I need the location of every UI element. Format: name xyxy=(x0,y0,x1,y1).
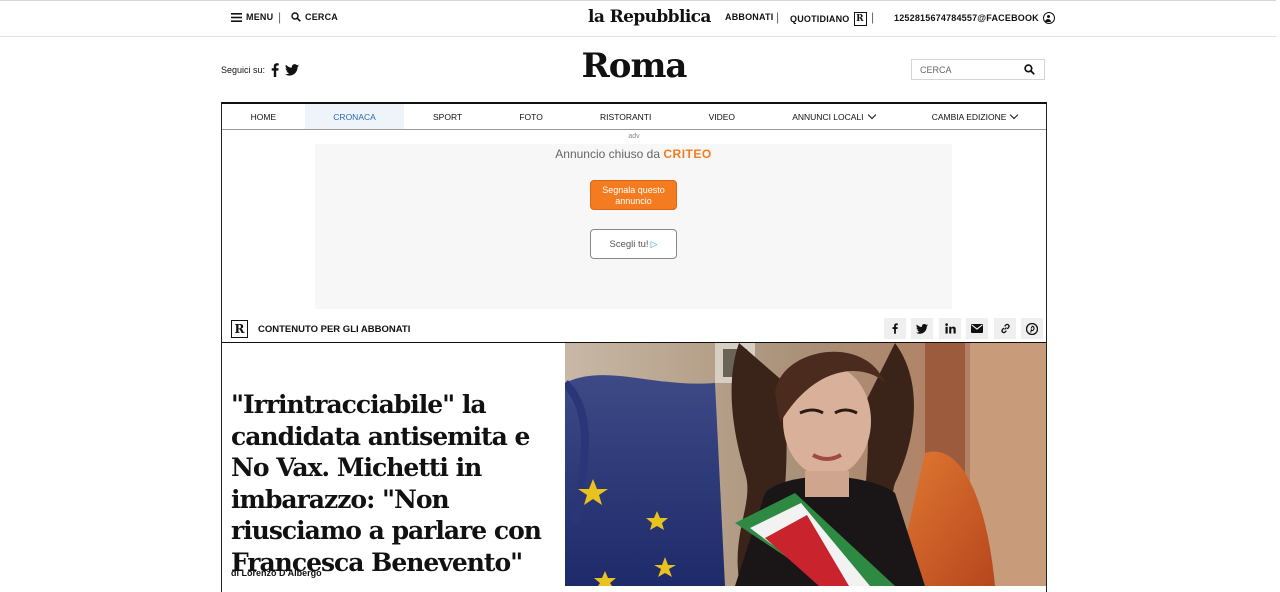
facebook-icon xyxy=(892,323,898,334)
share-pinterest-button[interactable] xyxy=(1021,318,1043,339)
article-headline[interactable]: "Irrintracciabile" la candidata antisemi… xyxy=(231,389,561,578)
nav-item-cambia-edizione[interactable]: CAMBIA EDIZIONE xyxy=(903,104,1046,129)
chevron-down-icon xyxy=(867,110,876,120)
share-email-button[interactable] xyxy=(966,318,988,339)
search-box xyxy=(911,59,1045,80)
nav-item-sport[interactable]: SPORT xyxy=(404,104,490,129)
nav-label: HOME xyxy=(250,111,277,122)
quotidiano-label: QUOTIDIANO xyxy=(790,14,850,24)
ad-closed-text: Annuncio chiuso da xyxy=(555,147,661,161)
user-label: 1252815674784557@FACEBOOK xyxy=(894,13,1039,23)
quotidiano-link[interactable]: QUOTIDIANO R xyxy=(790,12,867,26)
section-nav: HOME CRONACA SPORT FOTO RISTORANTI VIDEO… xyxy=(222,104,1046,130)
nav-label: RISTORANTI xyxy=(600,111,652,122)
nav-item-ristoranti[interactable]: RISTORANTI xyxy=(571,104,680,129)
nav-label: CRONACA xyxy=(333,111,376,122)
top-search-button[interactable]: CERCA xyxy=(291,12,338,22)
adchoices-icon: ▷ xyxy=(650,238,658,249)
twitter-icon xyxy=(916,323,928,334)
nav-item-video[interactable]: VIDEO xyxy=(680,104,764,129)
chevron-down-icon xyxy=(1010,110,1019,120)
divider: | xyxy=(278,10,282,24)
nav-item-home[interactable]: HOME xyxy=(222,104,305,129)
adv-label: adv xyxy=(628,133,640,140)
choose-ad-label: Scegli tu! xyxy=(609,238,649,250)
link-icon xyxy=(1000,323,1010,334)
search-label: CERCA xyxy=(305,12,339,22)
abbonati-label: ABBONATI xyxy=(725,12,774,22)
criteo-logo: CRITEO xyxy=(663,147,712,161)
user-account-link[interactable]: 1252815674784557@FACEBOOK xyxy=(894,12,1055,24)
nav-label: ANNUNCI LOCALI xyxy=(792,111,864,122)
search-input[interactable] xyxy=(912,60,1038,79)
nav-label: SPORT xyxy=(433,111,463,122)
linkedin-icon xyxy=(944,323,956,334)
abbonati-link[interactable]: ABBONATI xyxy=(725,12,773,22)
nav-label: CAMBIA EDIZIONE xyxy=(931,111,1007,122)
r-logo-icon: R xyxy=(231,320,248,338)
user-avatar-icon xyxy=(1042,12,1055,24)
repubblica-logo[interactable]: la Repubblica xyxy=(588,7,711,27)
choose-ad-button[interactable]: Scegli tu! ▷ xyxy=(590,229,677,259)
nav-item-cronaca[interactable]: CRONACA xyxy=(304,104,405,129)
article-image-illustration xyxy=(565,343,1046,586)
divider: | xyxy=(871,10,875,24)
subscriber-label: CONTENUTO PER GLI ABBONATI xyxy=(258,324,411,335)
ad-closed-panel: Annuncio chiuso da CRITEO Segnala questo… xyxy=(315,144,952,309)
share-linkedin-button[interactable] xyxy=(939,318,961,339)
share-facebook-button[interactable] xyxy=(884,318,906,339)
top-bar: MENU | CERCA la Repubblica ABBONATI | QU… xyxy=(0,0,1276,37)
share-twitter-button[interactable] xyxy=(911,318,933,339)
report-ad-button[interactable]: Segnala questo annuncio xyxy=(590,180,677,210)
hamburger-icon xyxy=(231,12,242,22)
nav-label: VIDEO xyxy=(708,111,736,122)
nav-item-annunci-locali[interactable]: ANNUNCI LOCALI xyxy=(764,104,904,129)
copy-link-button[interactable] xyxy=(994,318,1016,339)
edition-title[interactable]: Roma xyxy=(0,46,1268,86)
subscriber-bar: R CONTENUTO PER GLI ABBONATI xyxy=(222,317,1046,343)
article-byline[interactable]: di Lorenzo D'Albergo xyxy=(231,568,322,578)
article-photo[interactable] xyxy=(565,343,1046,586)
nav-item-foto[interactable]: FOTO xyxy=(491,104,572,129)
menu-button[interactable]: MENU xyxy=(231,12,273,22)
ad-closed-message: Annuncio chiuso da CRITEO xyxy=(315,147,952,161)
divider: | xyxy=(776,10,780,24)
mail-icon xyxy=(971,324,983,333)
pinterest-icon xyxy=(1026,322,1038,335)
nav-label: FOTO xyxy=(519,111,543,122)
menu-label: MENU xyxy=(246,12,274,22)
r-logo-icon: R xyxy=(853,12,867,26)
search-icon xyxy=(291,12,301,22)
search-icon[interactable] xyxy=(1024,64,1035,75)
